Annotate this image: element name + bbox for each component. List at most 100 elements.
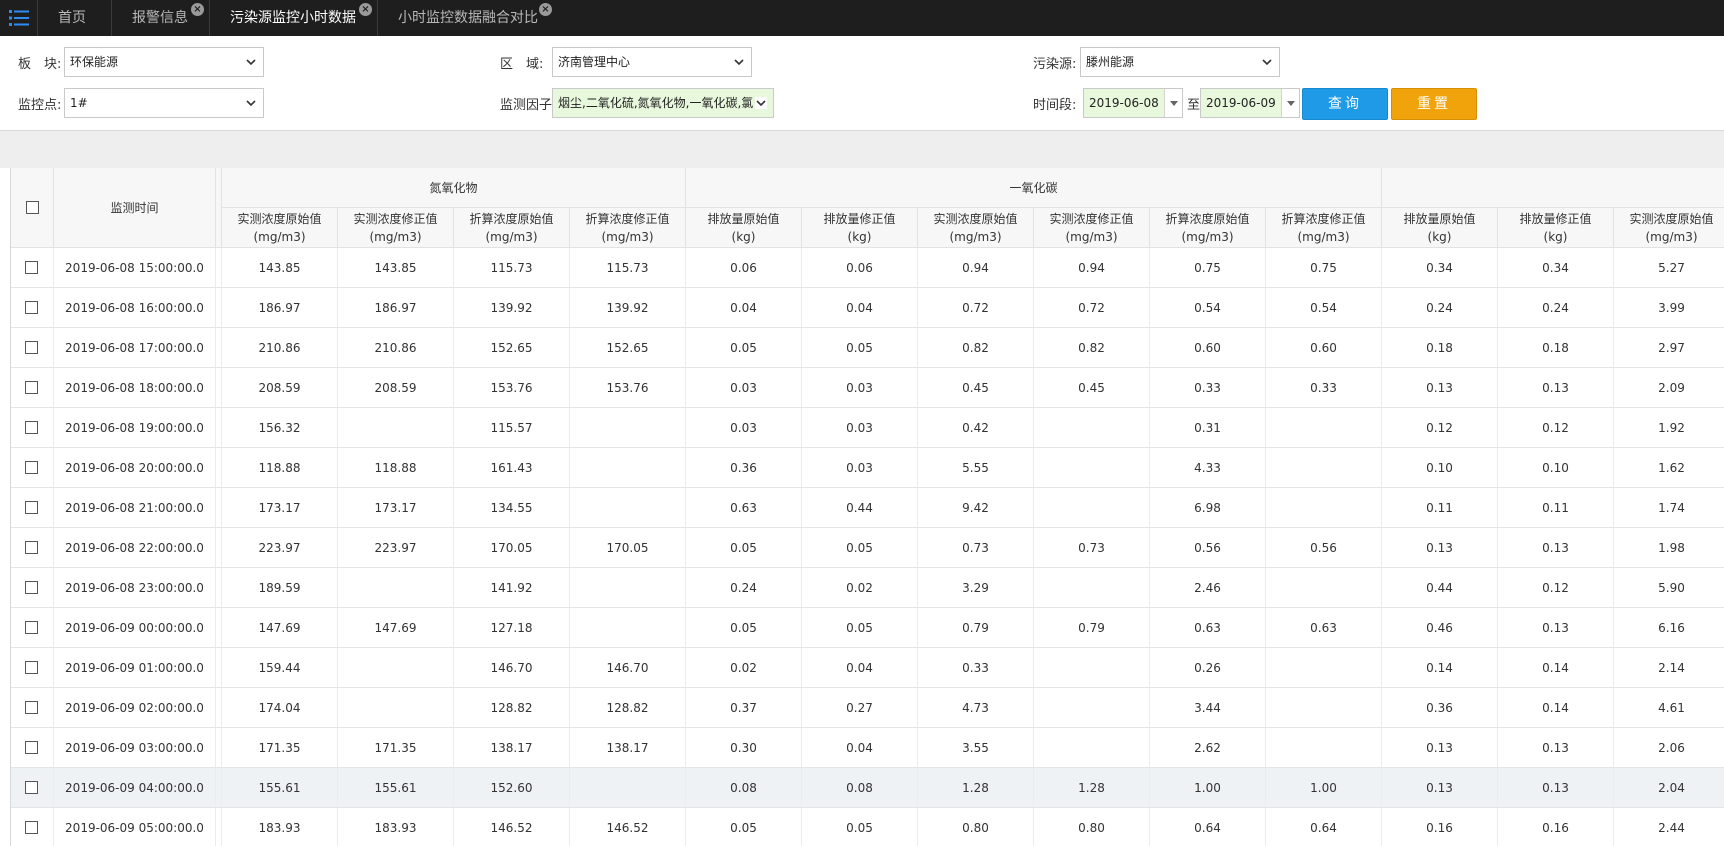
point-select[interactable]: 1# — [64, 88, 264, 118]
date-to-input[interactable]: 2019-06-09 — [1200, 88, 1300, 118]
table-cell: 0.36 — [1382, 688, 1498, 728]
close-icon[interactable]: × — [191, 3, 204, 16]
table-cell: 143.85 — [338, 248, 454, 288]
row-checkbox[interactable] — [25, 781, 38, 794]
table-cell: 153.76 — [570, 368, 686, 408]
row-checkbox[interactable] — [25, 341, 38, 354]
source-select[interactable]: 滕州能源 — [1080, 47, 1280, 77]
row-checkbox[interactable] — [25, 501, 38, 514]
table-cell: 174.04 — [222, 688, 338, 728]
tab-pollution-hourly[interactable]: 污染源监控小时数据 × — [210, 0, 378, 36]
row-checkbox[interactable] — [25, 661, 38, 674]
table-cell: 0.44 — [802, 488, 918, 528]
row-checkbox[interactable] — [25, 541, 38, 554]
table-cell: 3.29 — [918, 568, 1034, 608]
group-header: 一氧化碳 — [686, 168, 1382, 208]
column-header[interactable]: 折算浓度修正值 (mg/m3) — [1266, 208, 1382, 248]
table-cell: 0.12 — [1498, 408, 1614, 448]
column-header[interactable]: 排放量原始值 (kg) — [686, 208, 802, 248]
table-cell: 0.05 — [802, 608, 918, 648]
table-cell: 152.65 — [570, 328, 686, 368]
date-from-input[interactable]: 2019-06-08 — [1083, 88, 1183, 118]
column-header[interactable]: 排放量修正值 (kg) — [802, 208, 918, 248]
source-label: 污染源: — [1033, 57, 1077, 72]
table-cell: 153.76 — [454, 368, 570, 408]
table-cell: 0.14 — [1498, 648, 1614, 688]
table-cell: 0.05 — [686, 328, 802, 368]
column-header-title: 折算浓度修正值 — [1281, 211, 1366, 226]
row-checkbox[interactable] — [25, 581, 38, 594]
row-checkbox[interactable] — [25, 381, 38, 394]
tab-hourly-compare[interactable]: 小时监控数据融合对比 × — [378, 0, 558, 36]
table-cell: 1.28 — [918, 768, 1034, 808]
column-header[interactable]: 实测浓度原始值 (mg/m3) — [918, 208, 1034, 248]
tab-alarm-info[interactable]: 报警信息 × — [112, 0, 210, 36]
row-checkbox[interactable] — [25, 461, 38, 474]
column-header[interactable]: 折算浓度原始值 (mg/m3) — [1150, 208, 1266, 248]
table-cell: 0.12 — [1498, 568, 1614, 608]
scroll-columns[interactable]: 氮氧化物 一氧化碳 实测浓度原始值 (mg/m3) 实测浓度修正值 (mg/m3) 折算浓度… — [216, 168, 1724, 846]
region-select[interactable]: 济南管理中心 — [552, 47, 752, 77]
toolbar-strip — [0, 131, 1724, 168]
reset-button[interactable]: 重置 — [1391, 88, 1477, 120]
row-checkbox[interactable] — [25, 821, 38, 834]
table-cell: 0.80 — [918, 808, 1034, 846]
table-cell — [1266, 408, 1382, 448]
table-cell: 139.92 — [454, 288, 570, 328]
table-cell: 183.93 — [338, 808, 454, 846]
time-cell: 2019-06-08 23:00:00.0 — [54, 568, 216, 608]
chevron-down-icon — [755, 97, 767, 109]
column-header[interactable]: 实测浓度原始值 (mg/m3) — [1614, 208, 1724, 248]
column-header-unit: (mg/m3) — [485, 229, 538, 244]
row-checkbox[interactable] — [25, 261, 38, 274]
table-cell: 3.55 — [918, 728, 1034, 768]
select-all-checkbox[interactable] — [25, 201, 39, 214]
time-cell: 2019-06-09 00:00:00.0 — [54, 608, 216, 648]
table-cell: 0.10 — [1382, 448, 1498, 488]
row-checkbox[interactable] — [25, 621, 38, 634]
table-cell: 183.93 — [222, 808, 338, 846]
row-checkbox[interactable] — [25, 741, 38, 754]
column-header[interactable]: 实测浓度修正值 (mg/m3) — [338, 208, 454, 248]
column-header[interactable]: 排放量修正值 (kg) — [1498, 208, 1614, 248]
row-checkbox[interactable] — [25, 301, 38, 314]
column-header[interactable]: 实测浓度修正值 (mg/m3) — [1034, 208, 1150, 248]
close-icon[interactable]: × — [539, 3, 552, 16]
tab-home[interactable]: 首页 — [38, 0, 112, 36]
row-select-cell — [11, 688, 54, 728]
column-header-unit: (mg/m3) — [949, 229, 1002, 244]
table-cell: 6.98 — [1150, 488, 1266, 528]
table-cell: 138.17 — [570, 728, 686, 768]
table-cell: 1.74 — [1614, 488, 1724, 528]
table-cell: 0.03 — [686, 408, 802, 448]
column-header[interactable]: 折算浓度修正值 (mg/m3) — [570, 208, 686, 248]
table-cell: 0.63 — [1150, 608, 1266, 648]
row-checkbox[interactable] — [25, 421, 38, 434]
menu-toggle-button[interactable] — [0, 0, 38, 36]
table-cell: 0.46 — [1382, 608, 1498, 648]
table-cell: 171.35 — [222, 728, 338, 768]
table-cell: 0.14 — [1382, 648, 1498, 688]
table-cell: 5.27 — [1614, 248, 1724, 288]
table-cell — [338, 408, 454, 448]
plate-select[interactable]: 环保能源 — [64, 47, 264, 77]
table-cell: 2.04 — [1614, 768, 1724, 808]
close-icon[interactable]: × — [359, 3, 372, 16]
row-select-cell — [11, 568, 54, 608]
select-all-cell — [11, 168, 54, 248]
dropdown-arrow-icon[interactable] — [1164, 89, 1182, 117]
table-cell: 155.61 — [338, 768, 454, 808]
column-header-title: 排放量修正值 — [1519, 211, 1592, 226]
table-cell — [570, 608, 686, 648]
factor-select[interactable]: 烟尘,二氧化硫,氮氧化物,一氧化碳,氯 — [552, 88, 774, 118]
column-header[interactable]: 折算浓度原始值 (mg/m3) — [454, 208, 570, 248]
dropdown-arrow-icon[interactable] — [1281, 89, 1299, 117]
query-button[interactable]: 查询 — [1302, 88, 1388, 120]
row-checkbox[interactable] — [25, 701, 38, 714]
table-cell: 0.94 — [1034, 248, 1150, 288]
time-cell: 2019-06-08 16:00:00.0 — [54, 288, 216, 328]
column-header[interactable]: 排放量原始值 (kg) — [1382, 208, 1498, 248]
table-cell: 0.30 — [686, 728, 802, 768]
column-header[interactable]: 实测浓度原始值 (mg/m3) — [222, 208, 338, 248]
table-cell: 159.44 — [222, 648, 338, 688]
